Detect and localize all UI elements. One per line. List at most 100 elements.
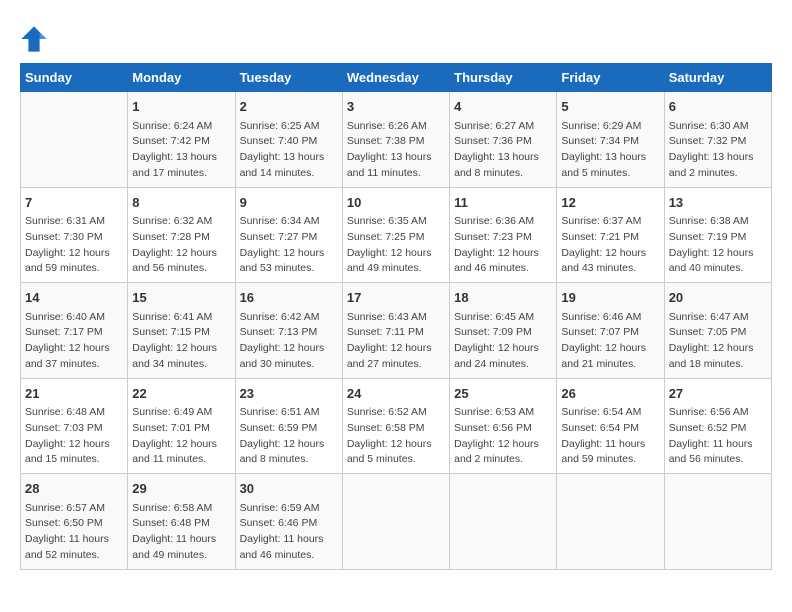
day-info: Sunrise: 6:25 AM Sunset: 7:40 PM Dayligh… — [240, 119, 338, 182]
day-number: 16 — [240, 288, 338, 308]
day-info: Sunrise: 6:52 AM Sunset: 6:58 PM Dayligh… — [347, 405, 445, 468]
day-info: Sunrise: 6:49 AM Sunset: 7:01 PM Dayligh… — [132, 405, 230, 468]
calendar-cell: 13Sunrise: 6:38 AM Sunset: 7:19 PM Dayli… — [664, 187, 771, 283]
day-info: Sunrise: 6:57 AM Sunset: 6:50 PM Dayligh… — [25, 501, 123, 564]
day-number: 3 — [347, 97, 445, 117]
calendar-cell: 30Sunrise: 6:59 AM Sunset: 6:46 PM Dayli… — [235, 474, 342, 570]
calendar-cell — [342, 474, 449, 570]
calendar-cell: 4Sunrise: 6:27 AM Sunset: 7:36 PM Daylig… — [450, 92, 557, 188]
day-info: Sunrise: 6:31 AM Sunset: 7:30 PM Dayligh… — [25, 214, 123, 277]
calendar-cell: 8Sunrise: 6:32 AM Sunset: 7:28 PM Daylig… — [128, 187, 235, 283]
day-number: 24 — [347, 384, 445, 404]
day-number: 13 — [669, 193, 767, 213]
day-number: 4 — [454, 97, 552, 117]
calendar-table: SundayMondayTuesdayWednesdayThursdayFrid… — [20, 63, 772, 570]
calendar-cell: 11Sunrise: 6:36 AM Sunset: 7:23 PM Dayli… — [450, 187, 557, 283]
day-number: 12 — [561, 193, 659, 213]
day-number: 2 — [240, 97, 338, 117]
day-number: 22 — [132, 384, 230, 404]
calendar-cell: 16Sunrise: 6:42 AM Sunset: 7:13 PM Dayli… — [235, 283, 342, 379]
day-number: 5 — [561, 97, 659, 117]
day-number: 11 — [454, 193, 552, 213]
day-info: Sunrise: 6:37 AM Sunset: 7:21 PM Dayligh… — [561, 214, 659, 277]
calendar-cell: 12Sunrise: 6:37 AM Sunset: 7:21 PM Dayli… — [557, 187, 664, 283]
day-of-week-header: Saturday — [664, 64, 771, 92]
day-info: Sunrise: 6:47 AM Sunset: 7:05 PM Dayligh… — [669, 310, 767, 373]
calendar-cell: 5Sunrise: 6:29 AM Sunset: 7:34 PM Daylig… — [557, 92, 664, 188]
logo — [20, 25, 50, 53]
day-number: 23 — [240, 384, 338, 404]
calendar-cell: 21Sunrise: 6:48 AM Sunset: 7:03 PM Dayli… — [21, 378, 128, 474]
calendar-cell: 3Sunrise: 6:26 AM Sunset: 7:38 PM Daylig… — [342, 92, 449, 188]
day-info: Sunrise: 6:46 AM Sunset: 7:07 PM Dayligh… — [561, 310, 659, 373]
day-info: Sunrise: 6:53 AM Sunset: 6:56 PM Dayligh… — [454, 405, 552, 468]
calendar-cell — [664, 474, 771, 570]
calendar-cell: 2Sunrise: 6:25 AM Sunset: 7:40 PM Daylig… — [235, 92, 342, 188]
day-of-week-header: Monday — [128, 64, 235, 92]
day-info: Sunrise: 6:54 AM Sunset: 6:54 PM Dayligh… — [561, 405, 659, 468]
day-number: 21 — [25, 384, 123, 404]
day-info: Sunrise: 6:34 AM Sunset: 7:27 PM Dayligh… — [240, 214, 338, 277]
day-number: 29 — [132, 479, 230, 499]
day-number: 27 — [669, 384, 767, 404]
calendar-cell: 27Sunrise: 6:56 AM Sunset: 6:52 PM Dayli… — [664, 378, 771, 474]
calendar-cell — [557, 474, 664, 570]
day-info: Sunrise: 6:51 AM Sunset: 6:59 PM Dayligh… — [240, 405, 338, 468]
day-of-week-header: Wednesday — [342, 64, 449, 92]
day-number: 28 — [25, 479, 123, 499]
day-number: 1 — [132, 97, 230, 117]
calendar-cell: 15Sunrise: 6:41 AM Sunset: 7:15 PM Dayli… — [128, 283, 235, 379]
day-info: Sunrise: 6:40 AM Sunset: 7:17 PM Dayligh… — [25, 310, 123, 373]
day-number: 25 — [454, 384, 552, 404]
day-number: 20 — [669, 288, 767, 308]
day-info: Sunrise: 6:26 AM Sunset: 7:38 PM Dayligh… — [347, 119, 445, 182]
calendar-cell: 28Sunrise: 6:57 AM Sunset: 6:50 PM Dayli… — [21, 474, 128, 570]
day-of-week-header: Tuesday — [235, 64, 342, 92]
calendar-cell: 17Sunrise: 6:43 AM Sunset: 7:11 PM Dayli… — [342, 283, 449, 379]
calendar-cell: 23Sunrise: 6:51 AM Sunset: 6:59 PM Dayli… — [235, 378, 342, 474]
day-info: Sunrise: 6:30 AM Sunset: 7:32 PM Dayligh… — [669, 119, 767, 182]
calendar-cell: 29Sunrise: 6:58 AM Sunset: 6:48 PM Dayli… — [128, 474, 235, 570]
day-of-week-header: Thursday — [450, 64, 557, 92]
calendar-cell: 24Sunrise: 6:52 AM Sunset: 6:58 PM Dayli… — [342, 378, 449, 474]
day-info: Sunrise: 6:58 AM Sunset: 6:48 PM Dayligh… — [132, 501, 230, 564]
day-info: Sunrise: 6:42 AM Sunset: 7:13 PM Dayligh… — [240, 310, 338, 373]
calendar-cell: 1Sunrise: 6:24 AM Sunset: 7:42 PM Daylig… — [128, 92, 235, 188]
day-info: Sunrise: 6:41 AM Sunset: 7:15 PM Dayligh… — [132, 310, 230, 373]
day-info: Sunrise: 6:59 AM Sunset: 6:46 PM Dayligh… — [240, 501, 338, 564]
day-number: 9 — [240, 193, 338, 213]
day-number: 8 — [132, 193, 230, 213]
calendar-cell: 18Sunrise: 6:45 AM Sunset: 7:09 PM Dayli… — [450, 283, 557, 379]
day-info: Sunrise: 6:35 AM Sunset: 7:25 PM Dayligh… — [347, 214, 445, 277]
day-number: 7 — [25, 193, 123, 213]
calendar-cell: 9Sunrise: 6:34 AM Sunset: 7:27 PM Daylig… — [235, 187, 342, 283]
calendar-cell: 6Sunrise: 6:30 AM Sunset: 7:32 PM Daylig… — [664, 92, 771, 188]
calendar-cell — [450, 474, 557, 570]
calendar-cell: 26Sunrise: 6:54 AM Sunset: 6:54 PM Dayli… — [557, 378, 664, 474]
page-header — [20, 20, 772, 53]
logo-icon — [20, 25, 48, 53]
day-number: 18 — [454, 288, 552, 308]
day-info: Sunrise: 6:24 AM Sunset: 7:42 PM Dayligh… — [132, 119, 230, 182]
day-info: Sunrise: 6:56 AM Sunset: 6:52 PM Dayligh… — [669, 405, 767, 468]
day-of-week-header: Sunday — [21, 64, 128, 92]
calendar-cell: 19Sunrise: 6:46 AM Sunset: 7:07 PM Dayli… — [557, 283, 664, 379]
day-info: Sunrise: 6:38 AM Sunset: 7:19 PM Dayligh… — [669, 214, 767, 277]
calendar-cell: 7Sunrise: 6:31 AM Sunset: 7:30 PM Daylig… — [21, 187, 128, 283]
day-info: Sunrise: 6:36 AM Sunset: 7:23 PM Dayligh… — [454, 214, 552, 277]
day-number: 6 — [669, 97, 767, 117]
day-number: 30 — [240, 479, 338, 499]
day-number: 19 — [561, 288, 659, 308]
day-info: Sunrise: 6:43 AM Sunset: 7:11 PM Dayligh… — [347, 310, 445, 373]
day-info: Sunrise: 6:48 AM Sunset: 7:03 PM Dayligh… — [25, 405, 123, 468]
calendar-cell: 14Sunrise: 6:40 AM Sunset: 7:17 PM Dayli… — [21, 283, 128, 379]
calendar-cell: 10Sunrise: 6:35 AM Sunset: 7:25 PM Dayli… — [342, 187, 449, 283]
day-number: 26 — [561, 384, 659, 404]
day-number: 10 — [347, 193, 445, 213]
day-info: Sunrise: 6:45 AM Sunset: 7:09 PM Dayligh… — [454, 310, 552, 373]
day-info: Sunrise: 6:32 AM Sunset: 7:28 PM Dayligh… — [132, 214, 230, 277]
calendar-cell: 25Sunrise: 6:53 AM Sunset: 6:56 PM Dayli… — [450, 378, 557, 474]
day-number: 14 — [25, 288, 123, 308]
calendar-cell: 20Sunrise: 6:47 AM Sunset: 7:05 PM Dayli… — [664, 283, 771, 379]
calendar-cell: 22Sunrise: 6:49 AM Sunset: 7:01 PM Dayli… — [128, 378, 235, 474]
